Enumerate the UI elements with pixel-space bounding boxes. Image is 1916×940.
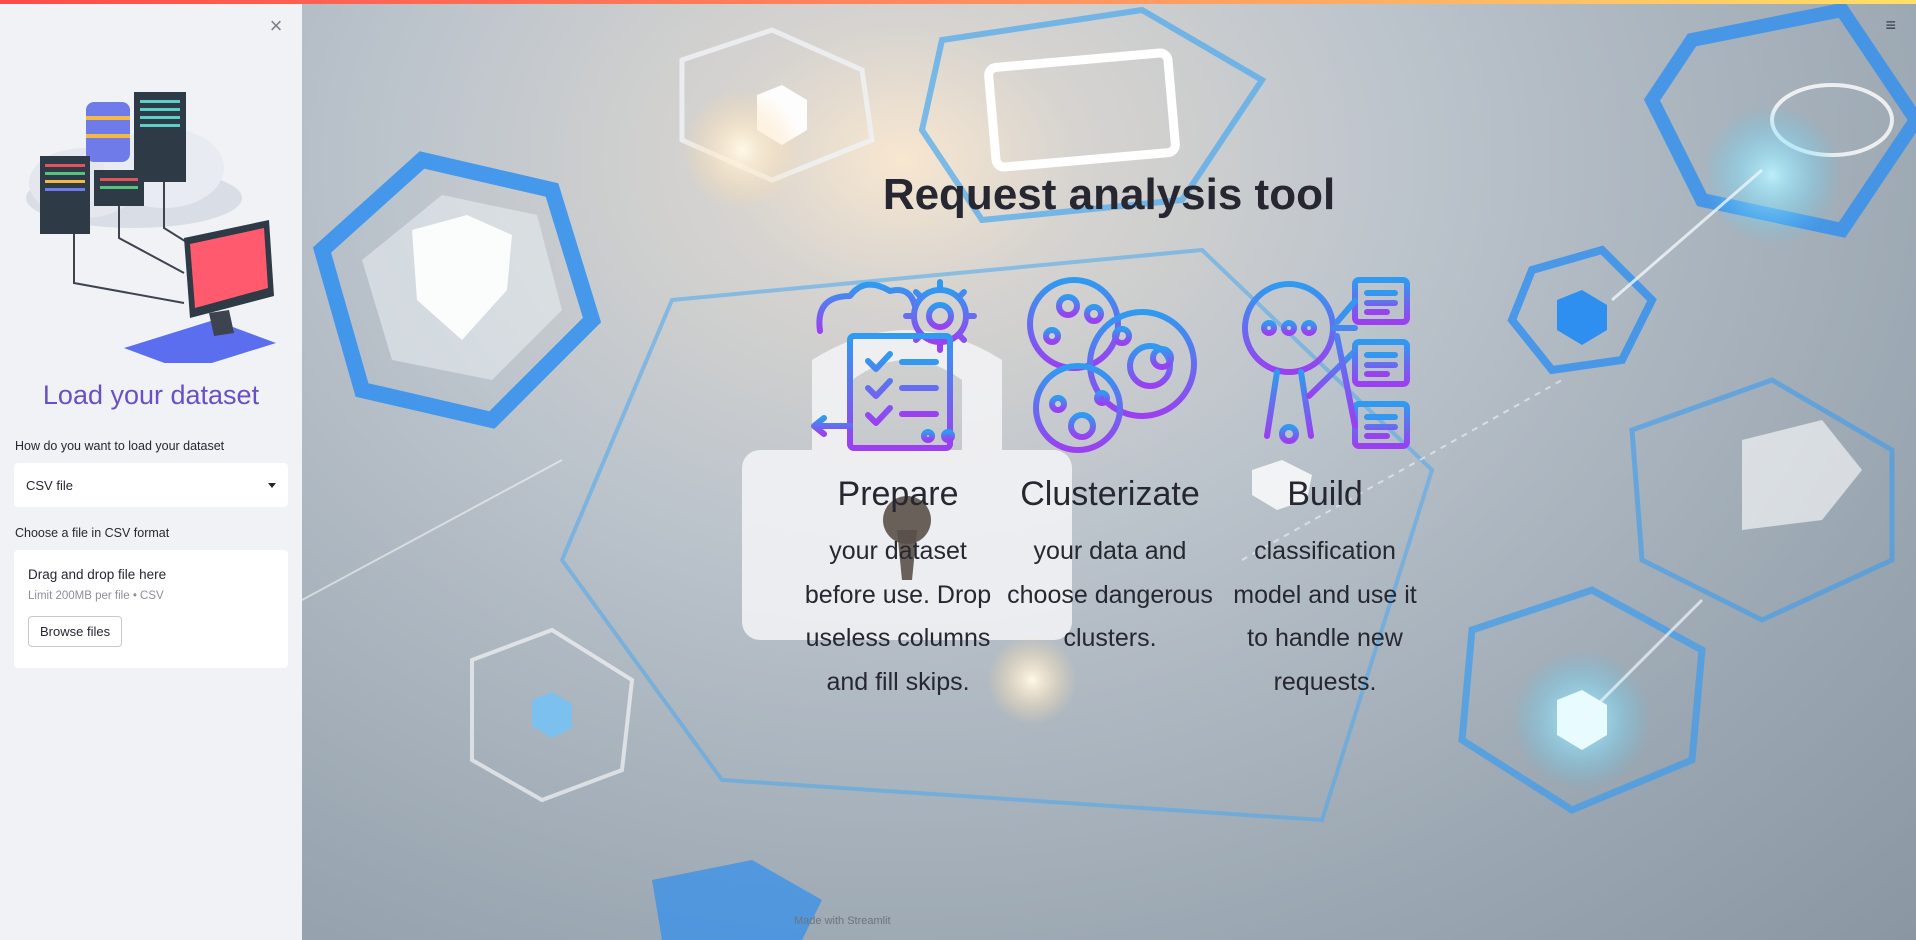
- feature-description: your data and choose dangerous clusters.: [1007, 537, 1213, 652]
- main-content: ≡ Request analysis tool Prepare your dat…: [302, 0, 1916, 940]
- feature-title: Build: [1287, 475, 1363, 513]
- feature-description: classification model and use it to handl…: [1233, 537, 1417, 696]
- feature-clusterizate: Clusterizate your data and choose danger…: [1005, 276, 1215, 661]
- load-method-label: How do you want to load your dataset: [15, 439, 225, 453]
- server-illustration: [26, 92, 276, 363]
- browse-files-button[interactable]: Browse files: [28, 616, 123, 647]
- hamburger-menu-icon[interactable]: ≡: [1885, 16, 1896, 34]
- load-method-value: CSV file: [26, 477, 73, 493]
- top-decoration-bar: [0, 0, 1916, 4]
- chevron-down-icon: [268, 482, 276, 488]
- page-title: Request analysis tool: [882, 170, 1336, 219]
- cluster-icon: [1027, 277, 1197, 453]
- feature-description: your dataset before use. Drop useless co…: [804, 537, 992, 696]
- upload-limit-text: Limit 200MB per file • CSV: [28, 590, 164, 602]
- file-dropzone[interactable]: Drag and drop file here Limit 200MB per …: [14, 550, 288, 668]
- feature-title: Clusterizate: [1020, 475, 1200, 513]
- sidebar-title: Load your dataset: [42, 380, 260, 410]
- file-upload-label: Choose a file in CSV format: [15, 526, 170, 540]
- feature-title: Prepare: [837, 475, 959, 513]
- close-icon[interactable]: ×: [266, 15, 286, 37]
- drop-instructions: Drag and drop file here: [28, 567, 167, 582]
- build-magnifier-icon: [1242, 277, 1410, 449]
- feature-prepare: Prepare your dataset before use. Drop us…: [793, 276, 1003, 704]
- feature-build: Build classification model and use it to…: [1220, 276, 1430, 704]
- footer-text: Made with Streamlit: [794, 915, 891, 927]
- sidebar: × Load your dataset How do you want to l…: [0, 0, 302, 940]
- load-method-select[interactable]: CSV file: [14, 463, 288, 507]
- prepare-checklist-icon: [811, 279, 977, 451]
